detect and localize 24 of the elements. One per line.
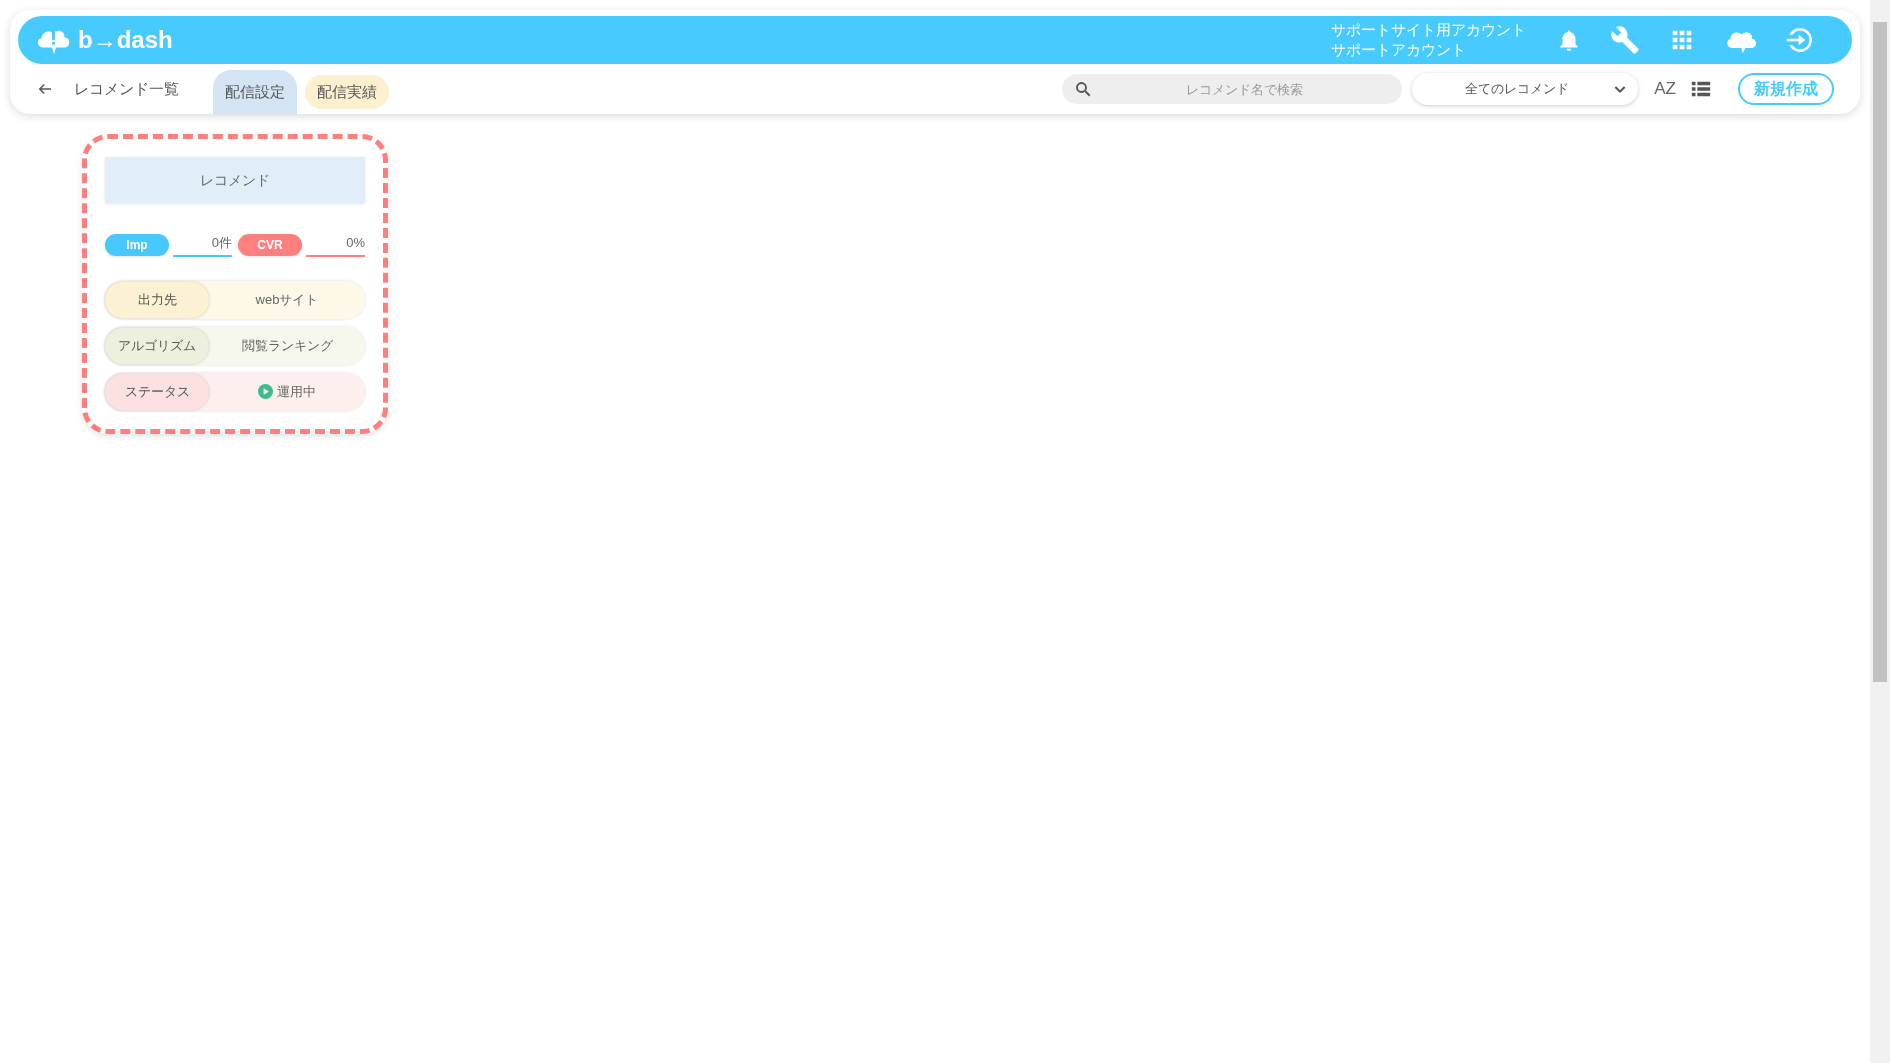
row-label: 出力先 bbox=[105, 281, 209, 318]
wrench-icon[interactable] bbox=[1610, 25, 1640, 55]
logo-text: b→dash bbox=[78, 25, 173, 55]
metric-badge: CVR bbox=[238, 233, 302, 256]
metric-badge: Imp bbox=[105, 233, 169, 256]
play-icon bbox=[258, 384, 273, 399]
row-value: webサイト bbox=[255, 290, 319, 309]
row-label: アルゴリズム bbox=[105, 327, 209, 364]
breadcrumb-link[interactable]: レコメンド一覧 bbox=[74, 77, 179, 101]
search-field[interactable]: レコメンド名で検索 bbox=[1062, 74, 1403, 104]
row-value: 閲覧ランキング bbox=[241, 336, 333, 355]
account-name: サポートアカウント bbox=[1331, 40, 1467, 60]
filter-dropdown[interactable]: 全てのレコメンド bbox=[1412, 73, 1639, 105]
row-value: 運用中 bbox=[277, 382, 316, 401]
row-label: ステータス bbox=[105, 373, 209, 410]
sort-button[interactable]: AZ bbox=[1654, 76, 1676, 102]
metric-value: 0% bbox=[306, 233, 365, 257]
tab[interactable]: 配信実績 bbox=[305, 75, 389, 109]
card-title: レコメンド bbox=[105, 157, 365, 203]
tab[interactable]: 配信設定 bbox=[213, 70, 297, 114]
recommend-card[interactable]: レコメンド Imp 0件 CVR 0% 出力先 webサイト アルゴリズム 閲覧ランキング ステータス 運用中 bbox=[82, 134, 388, 434]
search-icon bbox=[1074, 80, 1093, 98]
metric-value: 0件 bbox=[173, 233, 232, 257]
account-name: サポートサイト用アカウント bbox=[1331, 20, 1526, 40]
